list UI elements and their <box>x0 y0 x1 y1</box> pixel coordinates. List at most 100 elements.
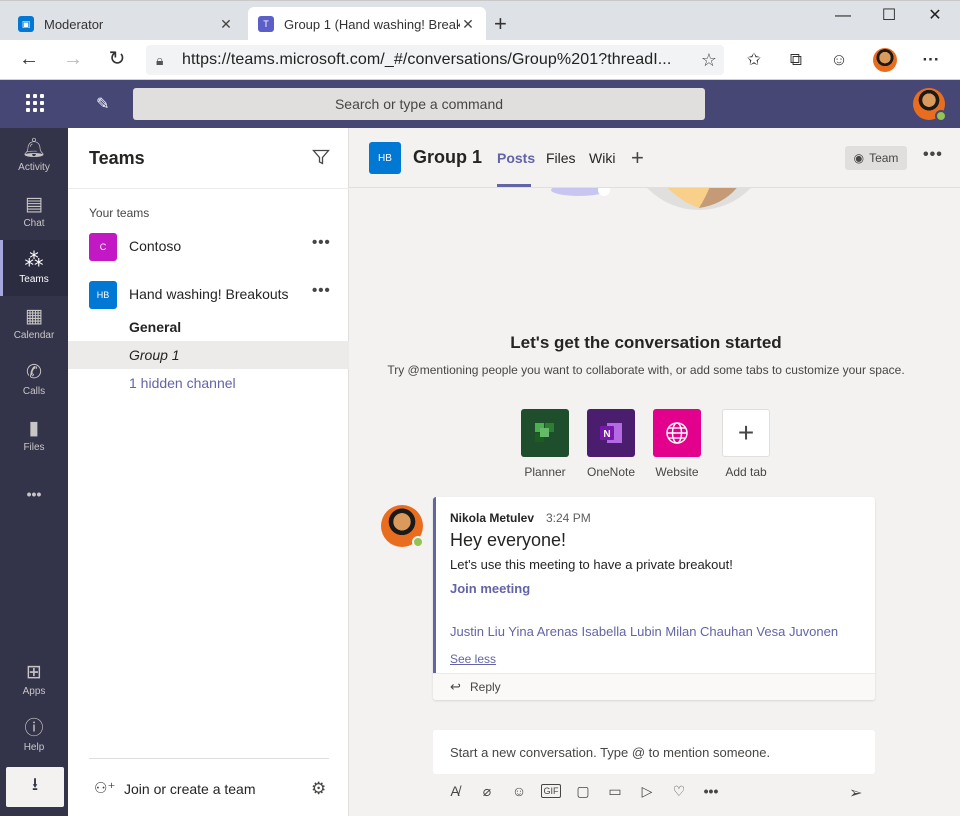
tab-files[interactable]: Files <box>546 150 576 166</box>
minimize-icon[interactable]: — <box>820 5 866 27</box>
meet-now-icon[interactable]: ▭ <box>605 781 625 801</box>
svg-text:N: N <box>603 429 610 440</box>
gif-icon[interactable]: GIF <box>541 784 561 798</box>
channel-group-1[interactable]: Group 1 <box>68 341 349 369</box>
rail-item-calendar[interactable]: ▦ Calendar <box>0 296 68 352</box>
team-name: Contoso <box>129 238 182 254</box>
app-website[interactable]: Website <box>647 409 707 479</box>
collections-icon[interactable]: ⧉ <box>785 49 807 71</box>
browser-tab-title: Group 1 (Hand washing! Breakouts) <box>284 16 460 32</box>
rail-item-files[interactable]: ▮ Files <box>0 408 68 464</box>
url-field[interactable]: 🔒︎ https://teams.microsoft.com/_#/conver… <box>146 45 724 75</box>
team-badge-label: Team <box>869 151 899 165</box>
app-planner[interactable]: Planner <box>515 409 575 479</box>
team-avatar: C <box>89 233 117 261</box>
team-name: Hand washing! Breakouts <box>129 286 289 302</box>
teams-favicon: T <box>258 16 274 32</box>
team-row-hand-washing[interactable]: HB Hand washing! Breakouts ••• <box>68 276 349 312</box>
join-create-team-button[interactable]: Join or create a team <box>124 781 256 797</box>
rail-more-apps[interactable]: ••• <box>0 464 68 520</box>
app-label: OneNote <box>586 465 636 479</box>
close-window-icon[interactable]: ✕ <box>912 5 958 27</box>
app-label: Add tab <box>725 465 767 479</box>
rail-item-teams[interactable]: ⁂ Teams <box>0 240 68 296</box>
format-icon[interactable]: A̸ <box>445 781 465 801</box>
back-arrow-icon[interactable]: ← <box>17 48 41 72</box>
attach-icon[interactable]: ⌀ <box>477 781 497 801</box>
rail-item-activity[interactable]: 🔔︎ Activity <box>0 128 68 184</box>
favorite-star-icon[interactable]: ☆ <box>694 50 724 71</box>
stream-icon[interactable]: ▷ <box>637 781 657 801</box>
refresh-icon[interactable]: ↻ <box>105 48 129 72</box>
browser-tab-moderator[interactable]: ▣ Moderator ✕ <box>8 7 244 41</box>
tab-wiki[interactable]: Wiki <box>589 150 615 166</box>
sticker-icon[interactable]: ▢ <box>573 781 593 801</box>
app-onenote[interactable]: N OneNote <box>581 409 641 479</box>
message-author[interactable]: Nikola Metulev <box>450 511 534 525</box>
rail-item-help[interactable]: ⓘ Help <box>0 708 68 764</box>
emoji-icon[interactable]: ☺ <box>509 781 529 801</box>
author-avatar[interactable] <box>381 505 424 548</box>
user-avatar[interactable] <box>913 88 947 122</box>
rail-label: Calls <box>22 386 46 397</box>
browser-profile-avatar[interactable] <box>873 48 897 72</box>
teams-list-panel: Teams Your teams C Contoso ••• HB Hand w… <box>68 128 349 816</box>
channel-general[interactable]: General <box>68 313 349 341</box>
more-options-icon[interactable]: ••• <box>701 781 721 801</box>
app-label: Website <box>655 465 699 479</box>
add-tab-icon[interactable]: + <box>631 145 644 171</box>
meeting-accent-bar <box>433 497 436 673</box>
search-command-box[interactable]: Search or type a command <box>133 88 705 120</box>
send-icon[interactable]: ➢ <box>849 783 862 803</box>
feedback-icon[interactable]: ☺ <box>828 49 850 71</box>
hidden-channels-link[interactable]: 1 hidden channel <box>68 369 349 397</box>
new-conversation-input[interactable]: Start a new conversation. Type @ to ment… <box>433 730 875 774</box>
attendee-list[interactable]: Justin Liu Yina Arenas Isabella Lubin Mi… <box>450 624 838 639</box>
new-tab-button[interactable]: + <box>494 13 507 35</box>
favorites-icon[interactable]: ✩ <box>743 49 765 71</box>
see-less-link[interactable]: See less <box>450 652 496 666</box>
gear-icon[interactable]: ⚙ <box>311 779 326 799</box>
forward-arrow-icon[interactable]: → <box>61 48 85 72</box>
praise-icon[interactable]: ♡ <box>669 781 689 801</box>
rail-label: Teams <box>19 274 49 285</box>
conversation-area: Let's get the conversation started Try @… <box>349 188 960 816</box>
presence-available-icon <box>412 536 424 548</box>
your-teams-label: Your teams <box>89 206 150 220</box>
message-time: 3:24 PM <box>546 511 591 525</box>
browser-tab-title: Moderator <box>44 16 104 32</box>
maximize-icon[interactable]: ☐ <box>866 5 912 27</box>
team-row-contoso[interactable]: C Contoso ••• <box>68 228 349 264</box>
onenote-icon: N <box>587 409 635 457</box>
filter-icon[interactable] <box>312 148 330 166</box>
app-add-tab[interactable]: + Add tab <box>716 409 776 479</box>
rail-label: Chat <box>23 218 45 229</box>
message-subject: Hey everyone! <box>450 530 567 550</box>
globe-icon <box>653 409 701 457</box>
team-avatar: HB <box>89 281 117 309</box>
more-options-icon[interactable]: ••• <box>923 146 943 164</box>
app-launcher-icon[interactable] <box>26 94 44 112</box>
rail-item-apps[interactable]: ⊞ Apps <box>0 652 68 708</box>
rail-item-chat[interactable]: ▤ Chat <box>0 184 68 240</box>
download-app-icon[interactable]: ⭳ <box>6 767 64 807</box>
team-info-button[interactable]: ◉ Team <box>845 146 907 170</box>
browser-tab-group1[interactable]: T Group 1 (Hand washing! Breakouts) ✕ <box>248 7 486 41</box>
browser-menu-icon[interactable]: ··· <box>920 49 942 71</box>
rail-item-calls[interactable]: ✆ Calls <box>0 352 68 408</box>
reply-button[interactable]: ↩ Reply <box>433 673 875 700</box>
reply-label: Reply <box>470 680 501 694</box>
new-chat-icon[interactable]: ✎ <box>96 94 109 114</box>
tab-posts[interactable]: Posts <box>497 150 535 166</box>
close-tab-icon[interactable]: ✕ <box>218 16 234 33</box>
join-team-icon: ⚇⁺ <box>94 780 116 797</box>
teams-panel-title: Teams <box>89 148 145 168</box>
more-options-icon[interactable]: ••• <box>312 234 331 251</box>
join-meeting-link[interactable]: Join meeting <box>450 581 530 596</box>
more-options-icon[interactable]: ••• <box>312 282 331 299</box>
apps-icon: ⊞ <box>26 662 42 683</box>
teams-header: ✎ Search or type a command <box>0 80 960 128</box>
plus-icon: + <box>722 409 770 457</box>
chat-icon: ▤ <box>25 194 43 215</box>
close-tab-icon[interactable]: ✕ <box>460 16 476 33</box>
